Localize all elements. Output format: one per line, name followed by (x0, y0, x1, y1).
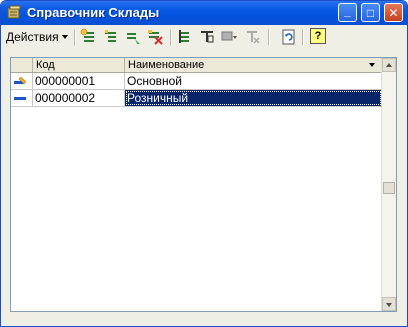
table-row[interactable]: 000000001 Основной (11, 73, 382, 90)
item-pencil-icon (14, 76, 27, 85)
code-cell: 000000001 (33, 73, 125, 89)
catalog-table[interactable]: Код Наименование 000000001 Основной 0000… (10, 57, 397, 312)
title-bar[interactable]: Справочник Склады _ □ ✕ (1, 1, 407, 25)
row-icon-cell (11, 73, 33, 89)
scroll-thumb[interactable] (383, 182, 395, 194)
maximize-button[interactable]: □ (361, 3, 380, 22)
chevron-down-icon (386, 303, 392, 307)
header-name-label: Наименование (128, 59, 205, 71)
name-cell-selected: Розничный (125, 90, 382, 106)
refresh-icon[interactable] (280, 28, 298, 46)
actions-menu[interactable]: Действия (6, 28, 68, 46)
row-icon-cell (11, 90, 33, 106)
minimize-button[interactable]: _ (338, 3, 357, 22)
add-item-icon[interactable] (80, 28, 98, 46)
filter-dropdown-icon[interactable] (220, 28, 238, 46)
chevron-down-icon (61, 35, 68, 39)
help-button[interactable]: ? (310, 28, 326, 44)
scroll-down-button[interactable] (382, 297, 396, 311)
clear-filter-icon[interactable] (244, 28, 262, 46)
catalog-window: Справочник Склады _ □ ✕ Действия ? Код Н… (0, 0, 408, 327)
help-icon: ? (314, 30, 322, 42)
scroll-up-button[interactable] (382, 58, 396, 72)
name-cell: Основной (125, 73, 382, 89)
window-title: Справочник Склады (27, 5, 160, 20)
sort-desc-icon (369, 63, 375, 67)
toolbar-separator (170, 29, 172, 45)
minimize-icon: _ (344, 3, 351, 18)
mark-delete-icon[interactable] (146, 28, 164, 46)
header-name[interactable]: Наименование (125, 58, 382, 72)
item-dash-icon (14, 97, 26, 100)
filter-icon[interactable] (198, 28, 216, 46)
close-icon: ✕ (388, 5, 399, 20)
toolbar: Действия ? (4, 27, 404, 47)
vertical-scrollbar[interactable] (381, 58, 396, 311)
copy-item-icon[interactable] (124, 28, 142, 46)
table-row[interactable]: 000000002 Розничный (11, 90, 382, 107)
add-group-icon[interactable] (102, 28, 120, 46)
toolbar-separator (74, 29, 76, 45)
header-code[interactable]: Код (33, 58, 125, 72)
code-cell: 000000002 (33, 90, 125, 106)
chevron-up-icon (386, 63, 392, 67)
folder-catalog-icon (7, 5, 21, 19)
close-button[interactable]: ✕ (384, 3, 403, 22)
header-code-label: Код (36, 59, 55, 71)
maximize-icon: □ (366, 5, 375, 20)
toolbar-separator (302, 29, 304, 45)
header-icon-column (11, 58, 33, 72)
toolbar-separator (268, 29, 270, 45)
table-header: Код Наименование (11, 58, 382, 73)
actions-label: Действия (6, 30, 59, 44)
hierarchy-filter-icon[interactable] (176, 28, 194, 46)
